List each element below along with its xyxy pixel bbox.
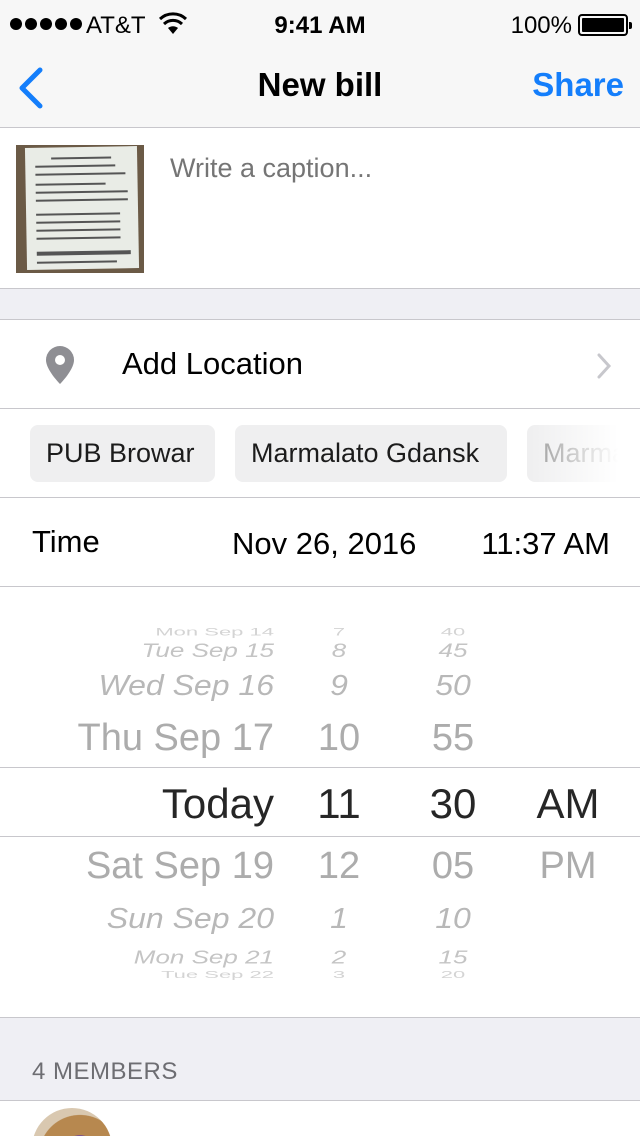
battery-percentage: 100% xyxy=(510,12,572,39)
picker-hour[interactable]: 10 xyxy=(294,717,384,760)
place-chip[interactable]: PUB Browar xyxy=(30,425,215,482)
selected-time: 11:37 AM xyxy=(481,526,610,561)
picker-day-selected[interactable]: Today xyxy=(162,780,274,828)
location-pin-icon xyxy=(46,346,74,384)
picker-minute[interactable]: 10 xyxy=(408,902,498,935)
add-location-row[interactable]: Add Location xyxy=(0,320,640,409)
picker-ampm-selected[interactable]: AM xyxy=(520,780,616,828)
section-spacer xyxy=(0,289,640,320)
time-row[interactable]: Time Nov 26, 2016 11:37 AM xyxy=(0,498,640,587)
add-location-label: Add Location xyxy=(122,346,303,381)
picker-selection-bottom xyxy=(0,836,640,837)
picker-day[interactable]: Sat Sep 19 xyxy=(86,845,274,888)
caption-input[interactable] xyxy=(170,153,610,184)
picker-hour[interactable]: 3 xyxy=(294,969,384,981)
picker-minute[interactable]: 45 xyxy=(408,639,498,662)
navigation-bar: New bill Share xyxy=(0,50,640,128)
caption-row xyxy=(0,129,640,289)
members-count: 4 MEMBERS xyxy=(32,1058,178,1085)
picker-day[interactable]: Tue Sep 22 xyxy=(161,969,274,981)
picker-hour[interactable]: 12 xyxy=(294,845,384,888)
picker-hour[interactable]: 8 xyxy=(294,639,384,662)
picker-hour-selected[interactable]: 11 xyxy=(294,780,384,828)
picker-minute[interactable]: 05 xyxy=(408,845,498,888)
picker-minute-selected[interactable]: 30 xyxy=(408,780,498,828)
picker-hour[interactable]: 7 xyxy=(294,626,384,639)
battery-icon xyxy=(578,14,632,36)
picker-day[interactable]: Thu Sep 17 xyxy=(78,717,274,760)
date-time-picker[interactable]: Mon Sep 14 Tue Sep 15 Wed Sep 16 Thu Sep… xyxy=(0,587,640,1017)
place-chip[interactable]: Marmalato xyxy=(527,425,640,482)
picker-hour[interactable]: 2 xyxy=(294,947,384,969)
picker-minute[interactable]: 20 xyxy=(408,969,498,981)
picker-minute[interactable]: 50 xyxy=(408,669,498,702)
picker-day[interactable]: Tue Sep 15 xyxy=(141,639,274,662)
place-chip[interactable]: Marmalato Gdansk xyxy=(235,425,507,482)
members-list xyxy=(0,1101,640,1136)
avatar[interactable] xyxy=(32,1108,112,1136)
selected-date: Nov 26, 2016 xyxy=(232,526,417,561)
status-bar: AT&T 9:41 AM 100% xyxy=(0,0,640,50)
picker-hour[interactable]: 1 xyxy=(294,902,384,935)
picker-minute[interactable]: 55 xyxy=(408,717,498,760)
picker-selection-top xyxy=(0,767,640,768)
picker-ampm[interactable]: PM xyxy=(520,845,616,888)
picker-minute[interactable]: 40 xyxy=(408,626,498,639)
picker-day[interactable]: Mon Sep 14 xyxy=(155,626,274,639)
picker-day[interactable]: Sun Sep 20 xyxy=(107,902,274,935)
picker-day[interactable]: Wed Sep 16 xyxy=(98,669,274,702)
chevron-right-icon xyxy=(597,353,612,379)
receipt-thumbnail[interactable] xyxy=(16,145,144,273)
picker-day[interactable]: Mon Sep 21 xyxy=(134,947,274,969)
members-section-header: 4 MEMBERS xyxy=(0,1017,640,1101)
place-suggestions: PUB Browar Marmalato Gdansk Marmalato xyxy=(0,409,640,498)
picker-minute[interactable]: 15 xyxy=(408,947,498,969)
picker-hour[interactable]: 9 xyxy=(294,669,384,702)
share-button[interactable]: Share xyxy=(532,66,624,104)
time-label: Time xyxy=(32,524,100,559)
